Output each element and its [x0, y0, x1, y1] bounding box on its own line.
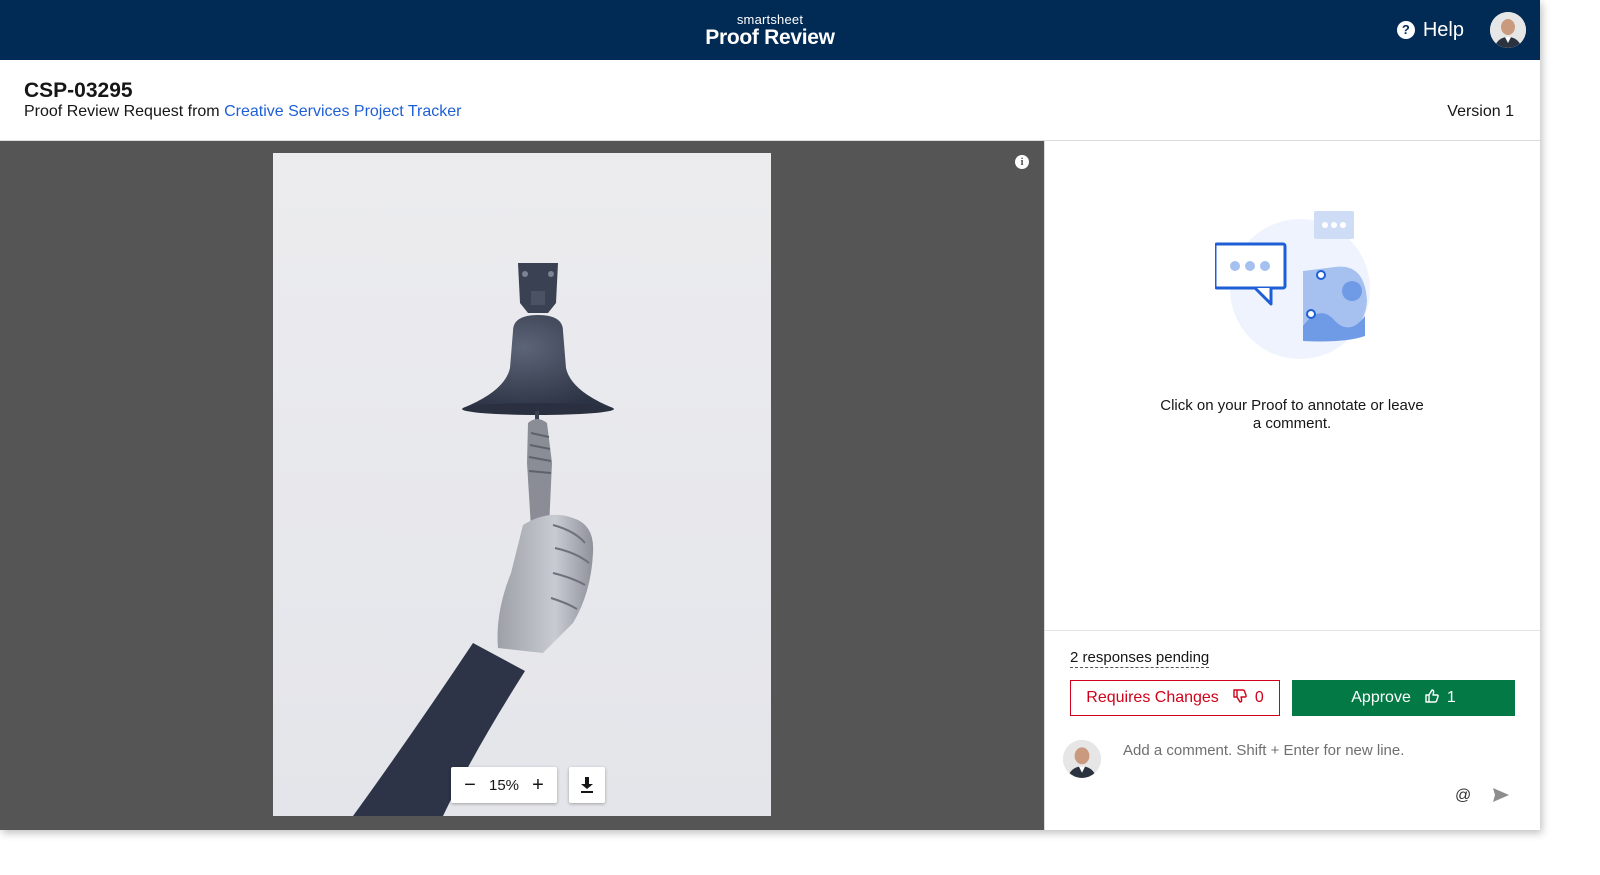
- proof-viewer[interactable]: i − 15% +: [0, 141, 1044, 830]
- brand-logo: smartsheet Proof Review: [0, 13, 1540, 49]
- approve-button[interactable]: Approve 1: [1292, 680, 1515, 716]
- download-button[interactable]: [569, 767, 605, 803]
- empty-state-message: Click on your Proof to annotate or leave…: [1160, 397, 1424, 432]
- comments-panel: Click on your Proof to annotate or leave…: [1044, 141, 1540, 830]
- zoom-out-button[interactable]: −: [463, 775, 477, 795]
- app-window: smartsheet Proof Review ? Help CSP-03295…: [0, 0, 1540, 830]
- help-label: Help: [1422, 19, 1464, 41]
- brand-product: Proof Review: [705, 26, 835, 49]
- zoom-control: − 15% +: [451, 767, 557, 803]
- proof-request-line: Proof Review Request from Creative Servi…: [24, 103, 461, 121]
- user-avatar[interactable]: [1490, 12, 1526, 48]
- send-icon[interactable]: [1493, 788, 1509, 807]
- requires-changes-count: 0: [1254, 689, 1264, 706]
- commenter-avatar: [1063, 740, 1101, 778]
- request-prefix: Proof Review Request from: [24, 103, 225, 120]
- help-icon: ?: [1396, 21, 1415, 39]
- comment-input[interactable]: [1123, 739, 1523, 761]
- proof-header: CSP-03295 Proof Review Request from Crea…: [0, 60, 1540, 141]
- bell-hand-photo: [353, 263, 614, 816]
- source-sheet-link[interactable]: Creative Services Project Tracker: [224, 103, 461, 120]
- approve-label: Approve: [1351, 689, 1411, 706]
- empty-state-illustration: [1213, 211, 1375, 361]
- approve-count: 1: [1446, 689, 1456, 706]
- proof-image[interactable]: [273, 153, 771, 816]
- proof-id: CSP-03295: [24, 79, 133, 102]
- top-bar: smartsheet Proof Review ? Help: [0, 0, 1540, 60]
- zoom-in-button[interactable]: +: [531, 775, 545, 795]
- thumbs-down-icon: [1233, 688, 1247, 708]
- zoom-level: 15%: [488, 776, 520, 794]
- requires-changes-label: Requires Changes: [1086, 689, 1219, 706]
- help-button[interactable]: ? Help: [1396, 18, 1464, 42]
- info-icon[interactable]: i: [1015, 155, 1029, 169]
- panel-divider: [1045, 630, 1540, 631]
- at-mention-icon[interactable]: @: [1455, 787, 1471, 805]
- brand-company: smartsheet: [736, 12, 804, 27]
- thumbs-up-icon: [1425, 688, 1439, 708]
- download-icon: [581, 777, 593, 793]
- responses-pending[interactable]: 2 responses pending: [1070, 649, 1210, 668]
- requires-changes-button[interactable]: Requires Changes 0: [1070, 680, 1280, 716]
- version-label: Version 1: [1447, 103, 1514, 120]
